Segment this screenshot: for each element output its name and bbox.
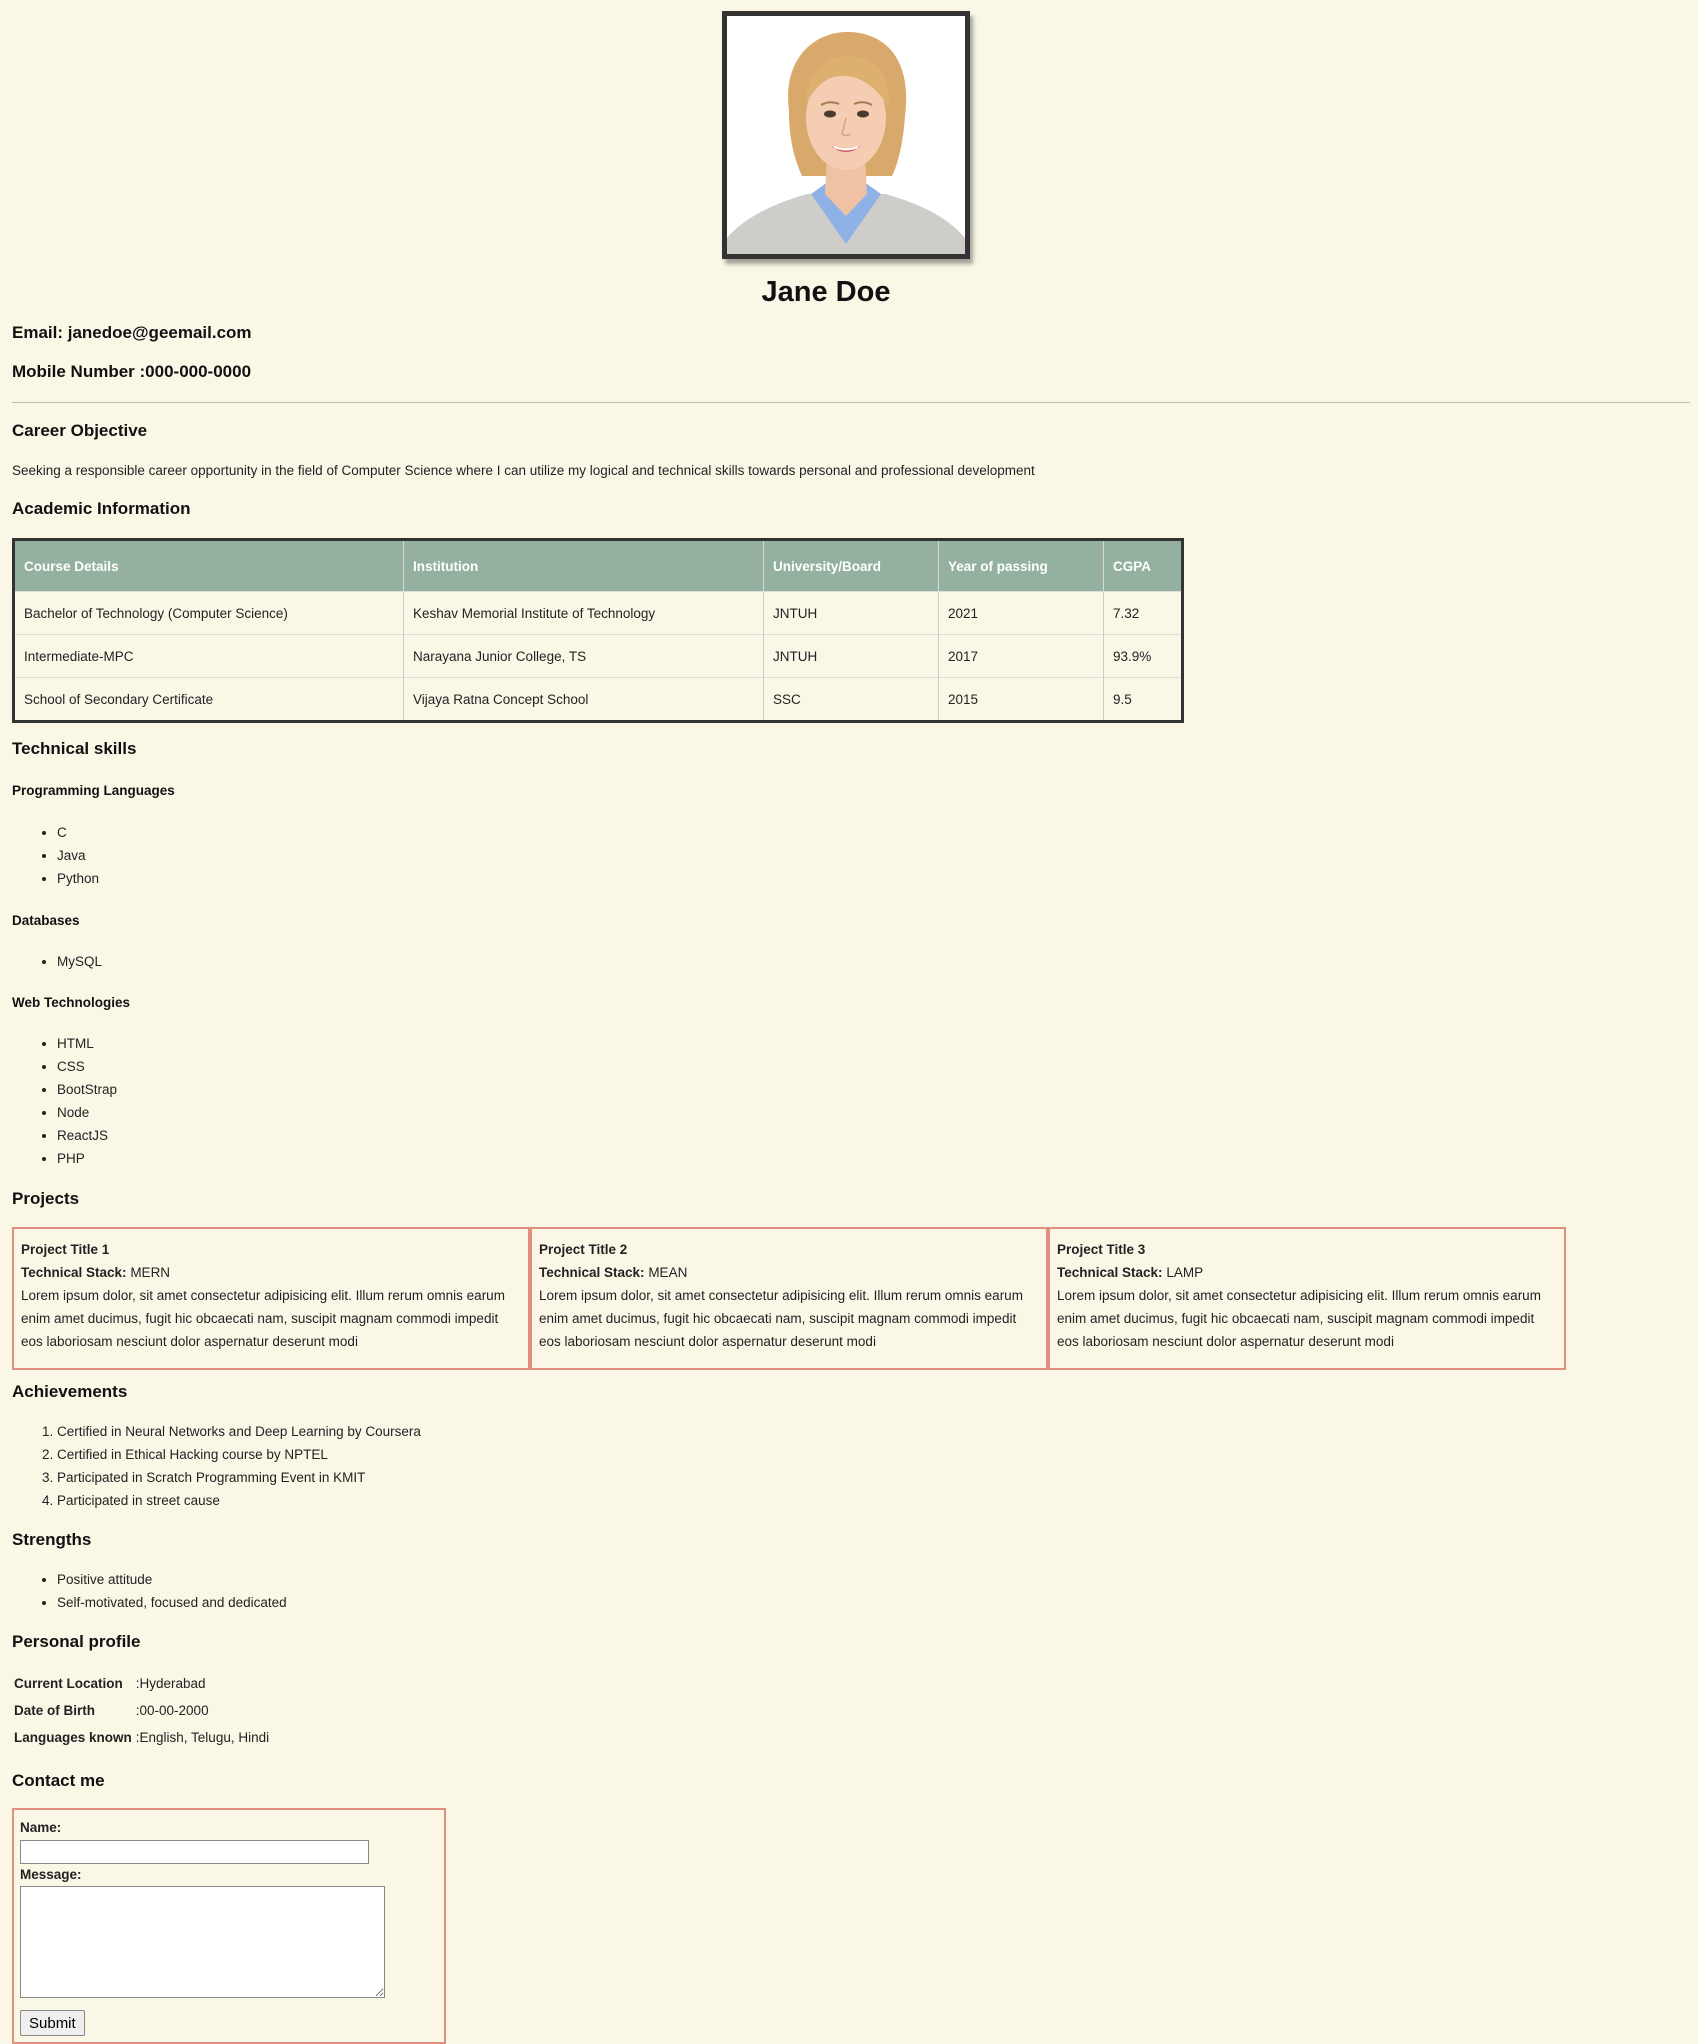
list-item: BootStrap — [57, 1078, 117, 1101]
databases-title: Databases — [12, 913, 80, 928]
profile-value: :English, Telugu, Hindi — [135, 1730, 270, 1745]
project-description: Lorem ipsum dolor, sit amet consectetur … — [539, 1288, 1023, 1349]
column-header: Course Details — [13, 539, 404, 592]
stack-value: LAMP — [1166, 1265, 1204, 1280]
career-objective-text: Seeking a responsible career opportunity… — [12, 463, 1035, 478]
column-header: CGPA — [1103, 539, 1183, 592]
projects-row: Project Title 1 Technical Stack: MERN Lo… — [12, 1227, 1566, 1370]
profile-label: Current Location — [14, 1676, 123, 1691]
list-item: Self-motivated, focused and dedicated — [57, 1591, 287, 1614]
technical-skills-title: Technical skills — [12, 739, 137, 758]
web-technologies-title: Web Technologies — [12, 995, 131, 1010]
profile-value: :00-00-2000 — [135, 1703, 209, 1718]
table-cell: 2015 — [938, 677, 1104, 722]
programming-languages-title: Programming Languages — [12, 783, 175, 798]
project-title: Project Title 2 — [539, 1242, 628, 1257]
email-line: Email: janedoe@geemail.com — [12, 323, 252, 342]
table-cell: 93.9% — [1103, 634, 1183, 678]
column-header: Institution — [403, 539, 764, 592]
table-cell: SSC — [763, 677, 939, 722]
achievements-title: Achievements — [12, 1382, 128, 1401]
table-cell: 7.32 — [1103, 591, 1183, 635]
table-cell: JNTUH — [763, 634, 939, 678]
table-cell: 2021 — [938, 591, 1104, 635]
name-label: Name: — [20, 1820, 62, 1835]
achievements-list: Certified in Neural Networks and Deep Le… — [0, 1420, 421, 1512]
list-item: C — [57, 821, 99, 844]
column-header: Year of passing — [938, 539, 1104, 592]
list-item: PHP — [57, 1147, 117, 1170]
message-label: Message: — [20, 1867, 82, 1882]
table-cell: School of Secondary Certificate — [13, 677, 404, 722]
project-card: Project Title 2 Technical Stack: MEAN Lo… — [530, 1227, 1048, 1370]
list-item: Participated in Scratch Programming Even… — [57, 1466, 421, 1489]
strengths-list: Positive attitude Self-motivated, focuse… — [0, 1568, 287, 1614]
project-card: Project Title 1 Technical Stack: MERN Lo… — [12, 1227, 530, 1370]
list-item: MySQL — [57, 950, 102, 973]
list-item: Python — [57, 867, 99, 890]
table-cell: JNTUH — [763, 591, 939, 635]
profile-photo-image — [727, 16, 965, 254]
list-item: ReactJS — [57, 1124, 117, 1147]
databases-list: MySQL — [0, 950, 102, 973]
project-title: Project Title 1 — [21, 1242, 110, 1257]
name-input[interactable] — [20, 1840, 369, 1864]
list-item: Java — [57, 844, 99, 867]
table-row: Intermediate-MPC Narayana Junior College… — [13, 634, 1183, 678]
stack-value: MEAN — [648, 1265, 688, 1280]
profile-value: :Hyderabad — [135, 1676, 206, 1691]
list-item: Participated in street cause — [57, 1489, 421, 1512]
contact-me-title: Contact me — [12, 1771, 105, 1790]
table-row: Date of Birth :00-00-2000 — [12, 1697, 271, 1724]
mobile-line: Mobile Number :000-000-0000 — [12, 362, 252, 381]
profile-label: Languages known — [14, 1730, 132, 1745]
table-cell: Vijaya Ratna Concept School — [403, 677, 764, 722]
personal-profile-table: Current Location :Hyderabad Date of Birt… — [12, 1670, 271, 1751]
academic-table-header: Course Details Institution University/Bo… — [13, 539, 1183, 592]
project-stack: Technical Stack: LAMP — [1057, 1261, 1557, 1284]
strengths-title: Strengths — [12, 1530, 92, 1549]
stack-label: Technical Stack: — [21, 1265, 127, 1280]
table-cell: 9.5 — [1103, 677, 1183, 722]
list-item: Positive attitude — [57, 1568, 287, 1591]
table-cell: Intermediate-MPC — [13, 634, 404, 678]
list-item: Certified in Neural Networks and Deep Le… — [57, 1420, 421, 1443]
table-cell: Keshav Memorial Institute of Technology — [403, 591, 764, 635]
table-row: Languages known :English, Telugu, Hindi — [12, 1724, 271, 1751]
stack-label: Technical Stack: — [539, 1265, 645, 1280]
academic-info-title: Academic Information — [12, 499, 191, 518]
project-description: Lorem ipsum dolor, sit amet consectetur … — [21, 1288, 505, 1349]
projects-title: Projects — [12, 1189, 80, 1208]
list-item: HTML — [57, 1032, 117, 1055]
personal-profile-title: Personal profile — [12, 1632, 141, 1651]
project-description: Lorem ipsum dolor, sit amet consectetur … — [1057, 1288, 1541, 1349]
project-stack: Technical Stack: MEAN — [539, 1261, 1039, 1284]
project-card: Project Title 3 Technical Stack: LAMP Lo… — [1048, 1227, 1566, 1370]
programming-languages-list: C Java Python — [0, 821, 99, 890]
table-row: School of Secondary Certificate Vijaya R… — [13, 677, 1183, 722]
column-header: University/Board — [763, 539, 939, 592]
list-item: CSS — [57, 1055, 117, 1078]
stack-label: Technical Stack: — [1057, 1265, 1163, 1280]
list-item: Node — [57, 1101, 117, 1124]
full-name: Jane Doe — [761, 276, 891, 308]
table-cell: Bachelor of Technology (Computer Science… — [13, 591, 404, 635]
project-title: Project Title 3 — [1057, 1242, 1146, 1257]
profile-photo — [722, 11, 970, 259]
profile-label: Date of Birth — [14, 1703, 95, 1718]
table-row: Current Location :Hyderabad — [12, 1670, 271, 1697]
table-cell: Narayana Junior College, TS — [403, 634, 764, 678]
career-objective-title: Career Objective — [12, 421, 148, 440]
academic-table: Course Details Institution University/Bo… — [12, 538, 1184, 723]
submit-button[interactable]: Submit — [20, 2010, 85, 2036]
message-textarea[interactable] — [20, 1886, 385, 1998]
web-technologies-list: HTML CSS BootStrap Node ReactJS PHP — [0, 1032, 117, 1170]
list-item: Certified in Ethical Hacking course by N… — [57, 1443, 421, 1466]
table-row: Bachelor of Technology (Computer Science… — [13, 591, 1183, 635]
project-stack: Technical Stack: MERN — [21, 1261, 521, 1284]
header-divider — [12, 402, 1690, 403]
table-cell: 2017 — [938, 634, 1104, 678]
stack-value: MERN — [130, 1265, 171, 1280]
contact-form: Name: Message: Submit — [12, 1808, 446, 2044]
